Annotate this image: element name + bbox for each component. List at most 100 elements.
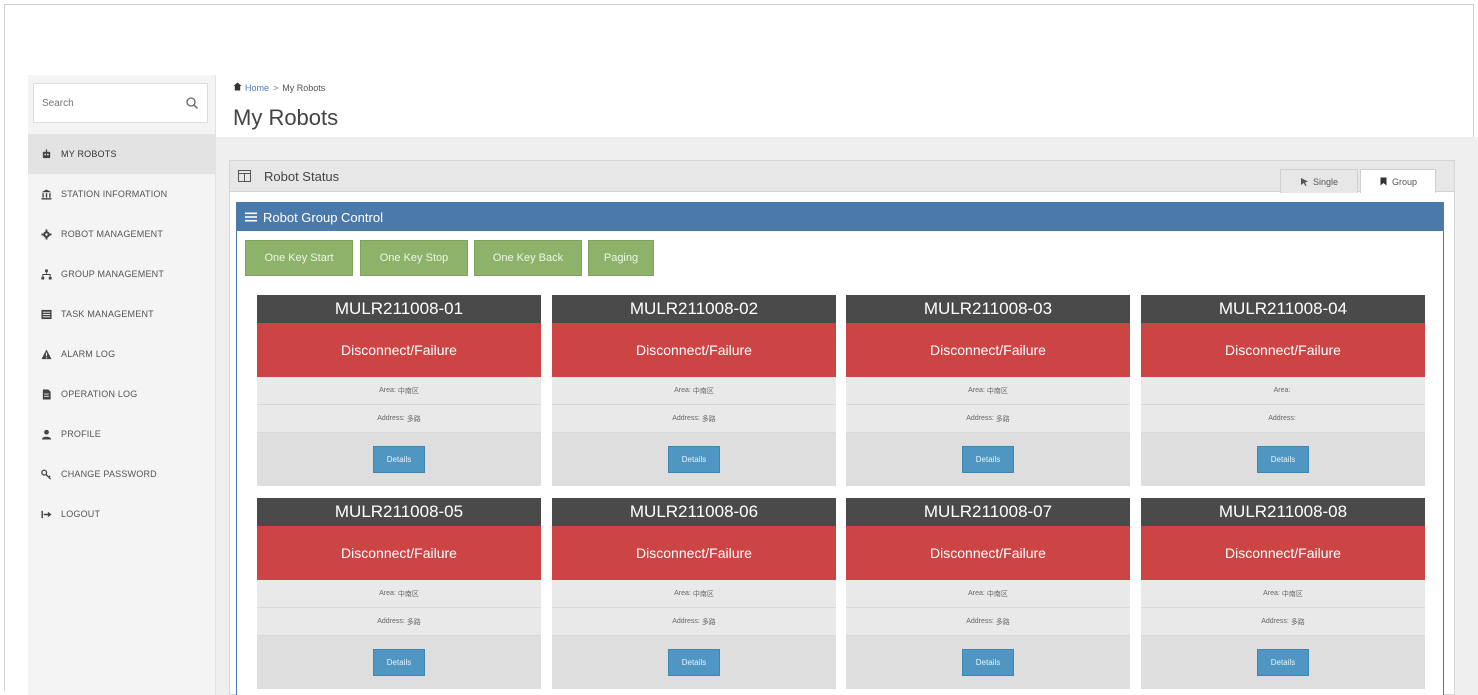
sidebar-item-label: OPERATION LOG <box>61 389 138 399</box>
breadcrumb-separator: > <box>273 82 279 93</box>
robot-card: MULR211008-01 Disconnect/Failure Area: 中南… <box>257 295 541 486</box>
sitemap-icon <box>40 268 52 280</box>
robot-area-row: Area: 中南区 <box>1141 580 1425 608</box>
address-label: Address: <box>672 415 700 422</box>
robot-status: Disconnect/Failure <box>846 323 1130 377</box>
sidebar-item-logout[interactable]: LOGOUT <box>28 494 216 534</box>
sidebar-item-label: TASK MANAGEMENT <box>61 309 154 319</box>
tab-single[interactable]: Single <box>1280 169 1358 193</box>
robot-card: MULR211008-03 Disconnect/Failure Area: 中南… <box>846 295 1130 486</box>
robot-area-row: Area: 中南区 <box>552 580 836 608</box>
robot-status: Disconnect/Failure <box>257 323 541 377</box>
sidebar-item-robot-management[interactable]: ROBOT MANAGEMENT <box>28 214 216 254</box>
sidebar-item-profile[interactable]: PROFILE <box>28 414 216 454</box>
robot-address-row: Address: 多路 <box>846 608 1130 636</box>
details-button[interactable]: Details <box>1257 649 1309 676</box>
area-value: 中南区 <box>397 590 419 598</box>
sidebar-item-group-management[interactable]: GROUP MANAGEMENT <box>28 254 216 294</box>
details-button[interactable]: Details <box>668 446 720 473</box>
home-icon[interactable] <box>233 82 242 93</box>
address-value: 多路 <box>995 415 1010 423</box>
address-label: Address: <box>672 618 700 625</box>
sidebar-item-operation-log[interactable]: OPERATION LOG <box>28 374 216 414</box>
robot-area-row: Area: 中南区 <box>257 580 541 608</box>
robot-card: MULR211008-04 Disconnect/Failure Area: A… <box>1141 295 1425 486</box>
robot-address-row: Address: <box>1141 405 1425 433</box>
breadcrumb-current: My Robots <box>282 82 326 93</box>
robot-card-footer: Details <box>846 433 1130 486</box>
address-label: Address: <box>377 415 405 422</box>
one-key-stop-button[interactable]: One Key Stop <box>360 240 468 276</box>
address-label: Address: <box>1261 618 1289 625</box>
area-label: Area: <box>968 387 985 394</box>
table-icon <box>238 170 251 182</box>
search-input[interactable] <box>34 84 184 122</box>
robot-status: Disconnect/Failure <box>552 323 836 377</box>
sidebar-item-label: MY ROBOTS <box>61 149 117 159</box>
area-label: Area: <box>968 590 985 597</box>
sidebar-item-label: STATION INFORMATION <box>61 189 168 199</box>
address-label: Address: <box>377 618 405 625</box>
robot-address-row: Address: 多路 <box>257 405 541 433</box>
details-button[interactable]: Details <box>668 649 720 676</box>
robot-card-footer: Details <box>257 433 541 486</box>
paging-button[interactable]: Paging <box>588 240 654 276</box>
robot-status-title: Robot Status <box>264 169 340 184</box>
robot-name: MULR211008-02 <box>552 295 836 323</box>
tab-group[interactable]: Group <box>1360 169 1436 193</box>
search-icon[interactable] <box>185 96 199 110</box>
robot-name: MULR211008-01 <box>257 295 541 323</box>
sidebar-item-label: ROBOT MANAGEMENT <box>61 229 164 239</box>
address-label: Address: <box>966 618 994 625</box>
robot-card-footer: Details <box>552 636 836 689</box>
robot-area-row: Area: 中南区 <box>846 377 1130 405</box>
details-button[interactable]: Details <box>962 446 1014 473</box>
sidebar-item-task-management[interactable]: TASK MANAGEMENT <box>28 294 216 334</box>
robot-name: MULR211008-03 <box>846 295 1130 323</box>
sidebar-item-label: LOGOUT <box>61 509 101 519</box>
sidebar-item-change-password[interactable]: CHANGE PASSWORD <box>28 454 216 494</box>
robot-card-footer: Details <box>1141 433 1425 486</box>
robot-status: Disconnect/Failure <box>1141 323 1425 377</box>
sidebar-item-label: CHANGE PASSWORD <box>61 469 157 479</box>
gear-icon <box>40 228 52 240</box>
search-box <box>33 83 208 123</box>
area-label: Area: <box>674 387 691 394</box>
robot-area-row: Area: 中南区 <box>846 580 1130 608</box>
area-value: 中南区 <box>397 387 419 395</box>
robot-name: MULR211008-06 <box>552 498 836 526</box>
one-key-back-button[interactable]: One Key Back <box>474 240 582 276</box>
warning-icon <box>40 348 52 360</box>
robot-card-footer: Details <box>552 433 836 486</box>
one-key-start-button[interactable]: One Key Start <box>245 240 353 276</box>
robot-card-footer: Details <box>1141 636 1425 689</box>
area-label: Area: <box>379 590 396 597</box>
robot-address-row: Address: 多路 <box>552 608 836 636</box>
page-title: My Robots <box>233 105 339 130</box>
sidebar-item-my-robots[interactable]: MY ROBOTS <box>28 134 216 174</box>
details-button[interactable]: Details <box>1257 446 1309 473</box>
tab-group-label: Group <box>1391 176 1417 187</box>
robot-group-control-title: Robot Group Control <box>263 209 383 225</box>
address-value: 多路 <box>406 618 421 626</box>
sidebar: MY ROBOTS STATION INFORMATION ROBOT MANA… <box>28 75 216 695</box>
robot-name: MULR211008-04 <box>1141 295 1425 323</box>
area-value: 中南区 <box>986 387 1008 395</box>
address-label: Address: <box>966 415 994 422</box>
sidebar-item-label: GROUP MANAGEMENT <box>61 269 165 279</box>
details-button[interactable]: Details <box>373 446 425 473</box>
logout-icon <box>40 508 52 520</box>
sidebar-item-alarm-log[interactable]: ALARM LOG <box>28 334 216 374</box>
robot-icon <box>40 148 52 160</box>
robot-name: MULR211008-08 <box>1141 498 1425 526</box>
breadcrumb-home-link[interactable]: Home <box>245 83 269 93</box>
robot-card: MULR211008-07 Disconnect/Failure Area: 中南… <box>846 498 1130 689</box>
robot-status-header: Robot Status Single Group <box>230 161 1454 193</box>
details-button[interactable]: Details <box>373 649 425 676</box>
sidebar-item-station-information[interactable]: STATION INFORMATION <box>28 174 216 214</box>
area-label: Area: <box>674 590 691 597</box>
tab-single-label: Single <box>1312 176 1339 187</box>
details-button[interactable]: Details <box>962 649 1014 676</box>
robot-status: Disconnect/Failure <box>1141 526 1425 580</box>
robot-area-row: Area: 中南区 <box>257 377 541 405</box>
